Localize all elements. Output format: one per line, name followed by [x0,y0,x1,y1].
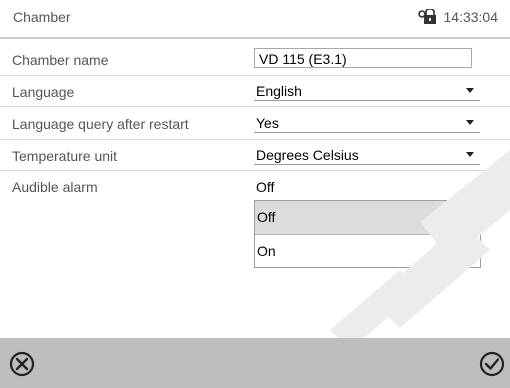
clock-time: 14:33:04 [443,9,499,25]
dropdown-option-on[interactable]: On [255,235,480,268]
clock-area: 14:33:04 [417,8,499,25]
language-select[interactable]: English [254,81,480,101]
language-label: Language [12,84,75,100]
audible-alarm-dropdown: Off On [254,200,481,268]
chamber-name-input[interactable]: VD 115 (E3.1) [254,48,472,68]
lock-icon [417,8,440,25]
temperature-unit-select[interactable]: Degrees Celsius [254,145,480,165]
cancel-icon[interactable] [8,350,36,378]
language-query-label: Language query after restart [12,116,189,132]
page-title: Chamber [13,9,71,25]
dropdown-option-off[interactable]: Off [255,201,480,234]
confirm-icon[interactable] [478,350,506,378]
footer-bar [0,338,510,388]
settings-screen: Chamber 14:33:04 Chamber name VD 115 (E3… [0,0,510,388]
row-divider [0,106,510,107]
chamber-name-label: Chamber name [12,52,109,68]
row-divider [0,139,510,140]
chevron-down-icon [466,120,474,125]
temperature-unit-label: Temperature unit [12,148,118,164]
audible-alarm-value: Off [256,179,275,195]
language-query-select[interactable]: Yes [254,113,480,133]
audible-alarm-select[interactable]: Off [254,177,480,197]
header-bar: Chamber 14:33:04 [0,0,510,36]
row-divider [0,170,510,171]
language-query-value: Yes [256,115,279,131]
header-divider [0,37,510,39]
chevron-up-icon [466,184,474,189]
row-divider [0,75,510,76]
language-value: English [256,83,302,99]
temperature-unit-value: Degrees Celsius [256,147,359,163]
audible-alarm-label: Audible alarm [12,179,98,195]
chevron-down-icon [466,88,474,93]
chevron-down-icon [466,152,474,157]
